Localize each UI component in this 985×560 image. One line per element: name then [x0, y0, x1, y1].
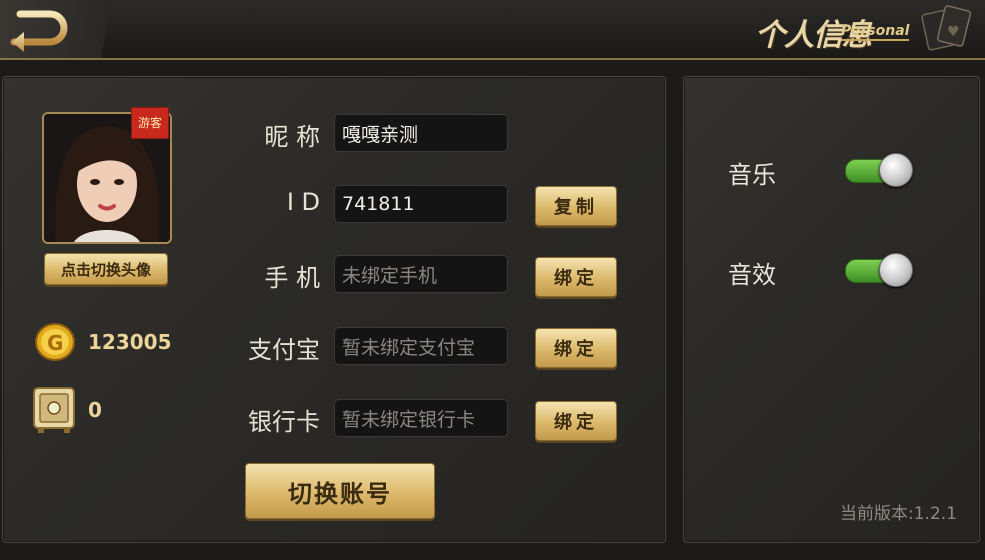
nickname-label: 昵 称	[264, 123, 320, 151]
safe-balance: 0	[88, 398, 102, 422]
copy-id-button[interactable]: 复制	[535, 186, 617, 226]
alipay-field: 暂未绑定支付宝	[334, 327, 508, 365]
bind-phone-button[interactable]: 绑定	[535, 257, 617, 297]
music-toggle-knob	[879, 153, 913, 187]
version-text: 当前版本:1.2.1	[840, 504, 957, 524]
title-en: Personal	[841, 23, 910, 41]
page-title: 个人信息 Personal ♥	[725, 0, 985, 58]
bankcard-label: 银行卡	[248, 408, 320, 436]
guest-badge: 游客	[131, 107, 169, 139]
svg-text:G: G	[47, 331, 63, 355]
settings-panel	[683, 76, 980, 543]
bankcard-field: 暂未绑定银行卡	[334, 399, 508, 437]
alipay-label: 支付宝	[248, 336, 320, 364]
sound-toggle[interactable]	[845, 253, 913, 287]
gold-coin-icon: G	[35, 323, 75, 361]
safe-box-icon[interactable]	[32, 386, 76, 434]
nickname-field[interactable]: 嘎嘎亲测	[334, 114, 508, 152]
id-field: 741811	[334, 185, 508, 223]
sound-toggle-knob	[879, 253, 913, 287]
sound-label: 音效	[728, 261, 776, 289]
coin-balance: 123005	[88, 330, 172, 354]
music-label: 音乐	[728, 161, 776, 189]
music-toggle[interactable]	[845, 153, 913, 187]
top-bar: 个人信息 Personal ♥	[0, 0, 985, 60]
switch-account-button[interactable]: 切换账号	[245, 463, 435, 519]
bind-bankcard-button[interactable]: 绑定	[535, 401, 617, 441]
id-label: I D	[286, 188, 320, 216]
back-area	[0, 0, 128, 58]
playing-cards-icon: ♥	[921, 5, 972, 51]
phone-label: 手 机	[264, 264, 320, 292]
svg-text:♥: ♥	[947, 24, 960, 40]
phone-field: 未绑定手机	[334, 255, 508, 293]
switch-avatar-button[interactable]: 点击切换头像	[44, 253, 168, 285]
back-arrow-icon[interactable]	[6, 4, 70, 52]
bind-alipay-button[interactable]: 绑定	[535, 328, 617, 368]
